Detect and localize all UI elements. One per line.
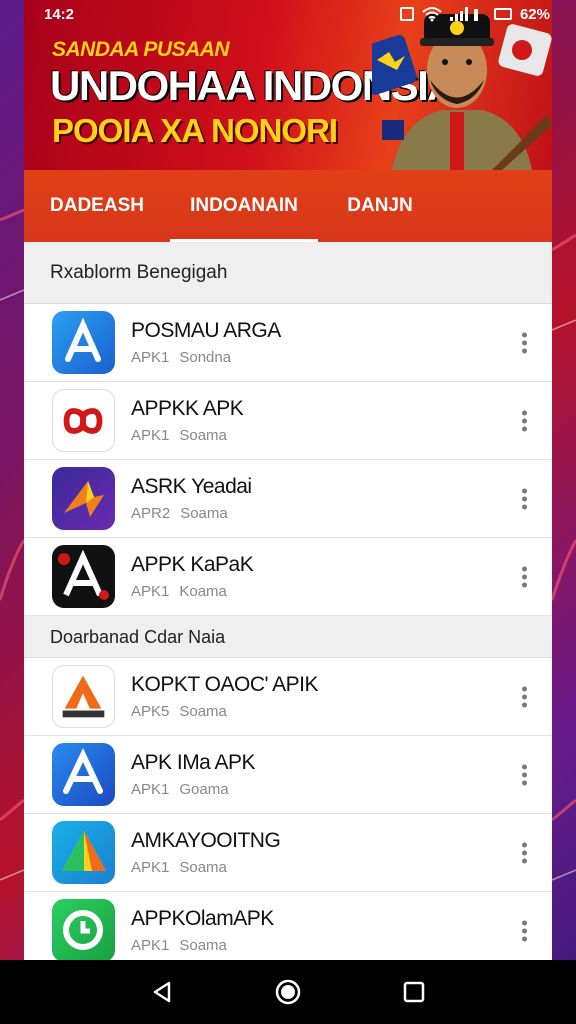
signal-icon bbox=[449, 7, 478, 21]
app-source: Soama bbox=[179, 937, 227, 954]
screen-icon bbox=[399, 7, 414, 21]
home-icon[interactable] bbox=[274, 978, 302, 1006]
list-item[interactable]: KOPKT OAOC' APIK APK5 Soama bbox=[24, 658, 552, 736]
battery-icon bbox=[493, 8, 512, 20]
list-item[interactable]: APK IMa APK APK1 Goama bbox=[24, 736, 552, 814]
app-version: APK1 bbox=[131, 349, 170, 366]
app-source: Koama bbox=[179, 583, 227, 600]
app-version: APK1 bbox=[131, 937, 170, 954]
list-item[interactable]: AMKAYOOITNG APK1 Soama bbox=[24, 814, 552, 892]
app-name: APPKOlamAPK bbox=[131, 907, 274, 930]
banner-kicker: SANDAA PUSAAN bbox=[52, 38, 230, 61]
app-version: APK1 bbox=[131, 427, 170, 444]
more-vert-icon[interactable] bbox=[522, 761, 528, 788]
tab-bar: DADEASH INDOANAIN DANJN bbox=[24, 170, 552, 242]
more-vert-icon[interactable] bbox=[522, 839, 528, 866]
more-vert-icon[interactable] bbox=[522, 407, 528, 434]
app-source: Soama bbox=[180, 505, 228, 522]
app-name: APK IMa APK bbox=[131, 751, 256, 774]
list-item[interactable]: APPKK APK APK1 Soama bbox=[24, 382, 552, 460]
blue-a2-icon bbox=[52, 743, 115, 806]
list-item[interactable]: POSMAU ARGA APK1 Sondna bbox=[24, 304, 552, 382]
blue-a-icon bbox=[52, 311, 115, 374]
more-vert-icon[interactable] bbox=[522, 329, 528, 356]
list-item[interactable]: APPKOlamAPK APK1 Soama bbox=[24, 892, 552, 960]
tab-dadeash[interactable]: DADEASH bbox=[24, 170, 170, 242]
app-version: APK5 bbox=[131, 703, 170, 720]
wifi-icon bbox=[422, 7, 442, 22]
more-vert-icon[interactable] bbox=[522, 563, 528, 590]
green-phone-icon bbox=[52, 899, 115, 960]
more-vert-icon[interactable] bbox=[522, 683, 528, 710]
list-item[interactable]: APPK KaPaK APK1 Koama bbox=[24, 538, 552, 616]
tab-danjn[interactable]: DANJN bbox=[318, 170, 442, 242]
tab-indoanain[interactable]: INDOANAIN bbox=[170, 170, 318, 242]
app-version: APK1 bbox=[131, 781, 170, 798]
app-panel: SANDAA PUSAAN UNDOHAA INDONSIA POOIA XA … bbox=[24, 0, 552, 960]
section-header-1: Rxablorm Benegigah bbox=[24, 242, 552, 304]
app-source: Goama bbox=[179, 781, 229, 798]
black-a-icon bbox=[52, 545, 115, 608]
gradient-triangle-icon bbox=[52, 821, 115, 884]
app-version: APK1 bbox=[131, 583, 170, 600]
app-name: APPK KaPaK bbox=[131, 553, 254, 576]
battery-level: 62% bbox=[519, 5, 550, 23]
more-vert-icon[interactable] bbox=[522, 917, 528, 944]
red-knot-icon bbox=[52, 389, 115, 452]
app-source: Soama bbox=[179, 703, 227, 720]
app-version: APR2 bbox=[131, 505, 171, 522]
app-name: ASRK Yeadai bbox=[131, 475, 252, 498]
app-source: Soama bbox=[179, 859, 227, 876]
app-source: Sondna bbox=[179, 349, 232, 366]
app-name: AMKAYOOITNG bbox=[131, 829, 281, 852]
more-vert-icon[interactable] bbox=[522, 485, 528, 512]
orange-a-icon bbox=[52, 665, 115, 728]
system-nav-bar bbox=[0, 960, 576, 1024]
purple-bird-icon bbox=[52, 467, 115, 530]
back-icon[interactable] bbox=[150, 980, 174, 1004]
section-header-2: Doarbanad Cdar Naia bbox=[24, 616, 552, 658]
app-name: APPKK APK bbox=[131, 397, 244, 420]
banner-subtitle: POOIA XA NONORI bbox=[52, 112, 338, 149]
status-time: 14:2 bbox=[44, 5, 75, 23]
list-item[interactable]: ASRK Yeadai APR2 Soama bbox=[24, 460, 552, 538]
app-version: APK1 bbox=[131, 859, 170, 876]
app-name: POSMAU ARGA bbox=[131, 319, 281, 342]
recents-icon[interactable] bbox=[402, 980, 426, 1004]
app-source: Soama bbox=[179, 427, 227, 444]
status-bar: 14:2 62% bbox=[0, 0, 576, 28]
app-name: KOPKT OAOC' APIK bbox=[131, 673, 319, 696]
